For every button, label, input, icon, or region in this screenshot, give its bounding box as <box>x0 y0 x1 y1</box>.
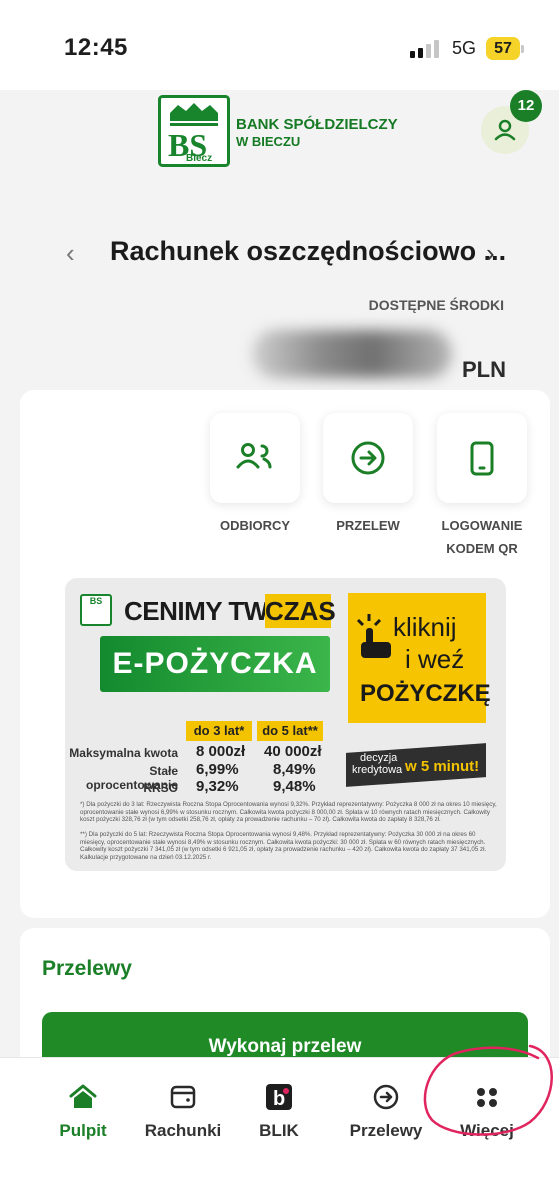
promo-cta-line1: kliknij <box>393 612 457 642</box>
promo-col2-header: do 5 lat** <box>257 721 323 741</box>
previous-account-button[interactable]: ‹ <box>66 238 75 269</box>
recipients-label: ODBIORCY <box>219 518 291 533</box>
logo-subtext: Biecz <box>186 153 213 164</box>
account-name[interactable]: Rachunek oszczędnościowo ... <box>110 236 506 267</box>
battery-icon: 57 <box>486 37 520 60</box>
next-account-button[interactable]: › <box>486 238 495 269</box>
promo-headline-highlight: CZAS <box>265 594 336 628</box>
promo-row-value: 9,32% <box>196 778 239 795</box>
nav-label: Pulpit <box>59 1121 107 1140</box>
phone-icon <box>470 441 494 476</box>
bank-name: BANK SPÓŁDZIELCZY <box>236 116 398 133</box>
qr-login-label: LOGOWANIE <box>441 518 523 533</box>
notification-badge: 12 <box>510 90 542 122</box>
transfers-title: Przelewy <box>42 957 132 980</box>
bank-name-city: W BIECZU <box>236 134 301 149</box>
arrow-circle-icon <box>351 441 385 475</box>
home-icon <box>69 1084 97 1108</box>
promo-fine-print: *) Dla pożyczki do 3 lat: Rzeczywista Ro… <box>80 801 497 823</box>
promo-decision-text: decyzja kredytowa <box>352 752 403 776</box>
battery-tip <box>521 45 524 53</box>
status-time: 12:45 <box>64 34 128 61</box>
blik-icon: b <box>266 1084 292 1110</box>
nav-wiecej[interactable]: Więcej <box>437 1084 537 1141</box>
qr-login-button[interactable] <box>437 413 527 503</box>
promo-product-name: E-POŻYCZKA <box>100 636 330 692</box>
promo-fine-print: **) Dla pożyczki do 5 lat: Rzeczywista R… <box>80 831 487 861</box>
promo-bank-logo: BS <box>80 594 112 626</box>
transfer-quick-button[interactable] <box>323 413 413 503</box>
bank-logo[interactable]: BS Biecz <box>158 95 230 172</box>
wallet-icon <box>170 1085 196 1109</box>
promo-row-value: 9,48% <box>273 778 316 795</box>
promo-row-label: RRSO <box>143 781 178 795</box>
people-icon <box>236 443 272 469</box>
nav-przelewy[interactable]: Przelewy <box>336 1084 436 1141</box>
arrow-circle-icon <box>373 1084 399 1110</box>
promo-cta-line3: POŻYCZKĘ <box>360 680 491 707</box>
promo-col1-header: do 3 lat* <box>186 721 252 741</box>
balance-hidden <box>252 330 452 378</box>
recipients-button[interactable] <box>210 413 300 503</box>
nav-label: Rachunki <box>144 1121 222 1140</box>
nav-label: Więcej <box>460 1121 514 1140</box>
promo-cta-line2: i weź <box>405 644 465 674</box>
network-label: 5G <box>452 38 477 58</box>
more-icon <box>477 1088 497 1107</box>
promo-row-value: 6,99% <box>196 761 239 778</box>
transfer-quick-label: PRZELEW <box>336 518 400 533</box>
nav-pulpit[interactable]: Pulpit <box>33 1084 133 1141</box>
signal-icon <box>410 40 444 63</box>
available-funds-label: DOSTĘPNE ŚRODKI <box>368 297 504 313</box>
nav-rachunki[interactable]: Rachunki <box>133 1084 233 1141</box>
promo-row-value: 8 000zł <box>196 743 246 760</box>
promo-row-value: 40 000zł <box>264 743 322 760</box>
promo-row-value: 8,49% <box>273 761 316 778</box>
nav-label: BLIK <box>259 1121 299 1140</box>
promo-row-label: Maksymalna kwota <box>69 746 178 760</box>
nav-blik[interactable]: b BLIK <box>229 1084 329 1141</box>
nav-label: Przelewy <box>349 1121 423 1140</box>
pointer-hand-icon <box>355 612 395 667</box>
qr-login-label-2: KODEM QR <box>446 541 518 556</box>
currency-label: PLN <box>462 357 506 382</box>
promo-decision-highlight: w 5 minut! <box>405 758 480 775</box>
